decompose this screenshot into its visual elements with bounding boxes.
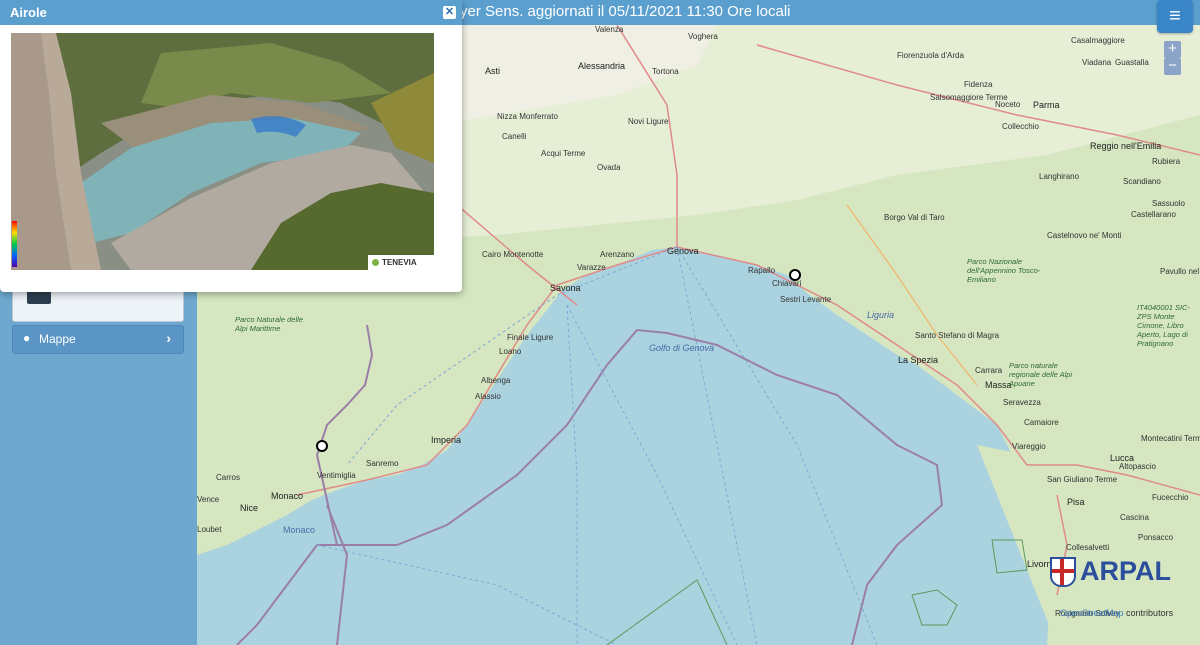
webcam-photo: [11, 33, 434, 270]
map-label: Collecchio: [1002, 122, 1039, 131]
map-label: Noceto: [995, 100, 1021, 109]
color-scale: [12, 221, 17, 267]
map-label: Scandiano: [1123, 177, 1161, 186]
map-label: Parma: [1033, 100, 1060, 110]
map-label: Pavullo nel Frignano: [1160, 267, 1200, 276]
map-label: Vence: [197, 495, 220, 504]
station-marker[interactable]: [316, 440, 328, 452]
crest-icon: [1050, 556, 1076, 587]
tenevia-watermark: TENEVIA: [368, 255, 434, 270]
map-label: Alessandria: [578, 61, 626, 71]
map-label: Valenza: [595, 25, 624, 34]
close-icon[interactable]: ✕: [443, 6, 456, 19]
map-label: Massa: [985, 380, 1012, 390]
map-attribution: OpenStreetMap contributors: [1060, 608, 1173, 618]
map-label: Collesalvetti: [1066, 543, 1110, 552]
map-label: Liguria: [867, 310, 895, 320]
map-label: Rapallo: [748, 266, 776, 275]
zoom-in-button[interactable]: +: [1164, 41, 1181, 58]
map-label: Fidenza: [964, 80, 993, 89]
map-label: Loubet: [197, 525, 222, 534]
map-label: Santo Stefano di Magra: [915, 331, 1000, 340]
map-label: Ovada: [597, 163, 621, 172]
map-label: Nice: [240, 503, 259, 513]
hamburger-icon: ≡: [1169, 5, 1181, 27]
map-label: Imperia: [431, 435, 462, 445]
chevron-right-icon: ›: [166, 330, 171, 346]
menu-button[interactable]: ≡: [1157, 0, 1193, 33]
popup-title: Airole: [10, 5, 47, 20]
map-label: Camaiore: [1024, 418, 1059, 427]
map-label: Viadana: [1082, 58, 1112, 67]
map-label: Langhirano: [1039, 172, 1080, 181]
map-label: San Giuliano Terme: [1047, 475, 1118, 484]
attribution-text: contributors: [1123, 608, 1174, 618]
map-label: Carros: [216, 473, 241, 482]
map-label: Cascina: [1120, 513, 1149, 522]
map-label: Parco naturale regionale delle Alpi Apua…: [1009, 361, 1073, 388]
webcam-image: TENEVIA: [11, 33, 434, 270]
map-label: Loano: [499, 347, 522, 356]
map-label: Pisa: [1067, 497, 1085, 507]
map-label: Canelli: [502, 132, 527, 141]
map-label: Parco Naturale delle Alpi Marittime: [235, 315, 303, 333]
arpal-logo: ARPAL: [1050, 556, 1171, 587]
map-label: Monaco: [271, 491, 304, 501]
map-label: Sestri Levante: [780, 295, 832, 304]
mappe-label: Mappe: [39, 332, 76, 346]
map-label: Reggio nell'Emilia: [1090, 141, 1162, 151]
mappe-button[interactable]: ● Mappe ›: [12, 325, 184, 354]
map-label: Savona: [550, 283, 581, 293]
map-label: Parco Nazionale dell'Appennino Tosco-Emi…: [967, 257, 1041, 284]
brand-name: ARPAL: [1080, 556, 1171, 586]
map-label: Casalmaggiore: [1071, 36, 1125, 45]
map-label: IT4040001 SIC-ZPS Monte Cimone, Libro Ap…: [1137, 303, 1190, 348]
map-label: Fucecchio: [1152, 493, 1189, 502]
map-label: Golfo di Genova: [649, 343, 715, 353]
map-label: Acqui Terme: [541, 149, 586, 158]
zoom-out-button[interactable]: −: [1164, 58, 1181, 75]
popup-header: Airole ✕: [0, 0, 462, 25]
osm-link[interactable]: OpenStreetMap: [1060, 608, 1124, 618]
map-label: Castelnovo ne' Monti: [1047, 231, 1122, 240]
map-label: Cairo Montenotte: [482, 250, 544, 259]
globe-icon: ●: [23, 331, 31, 345]
map-label: Novi Ligure: [628, 117, 669, 126]
map-label: Voghera: [688, 32, 718, 41]
map-label: Altopascio: [1119, 462, 1156, 471]
map-label: Albenga: [481, 376, 511, 385]
map-label: Borgo Val di Taro: [884, 213, 945, 222]
map-label: Varazze: [577, 263, 606, 272]
map-label: Castellarano: [1131, 210, 1176, 219]
map-label: Genova: [667, 246, 699, 256]
map-label: Viareggio: [1012, 442, 1046, 451]
map-label: Ventimiglia: [317, 471, 356, 480]
map-label: Rubiera: [1152, 157, 1181, 166]
map-label: Montecatini Terme: [1141, 434, 1200, 443]
map-label: Finale Ligure: [507, 333, 554, 342]
map-label: Carrara: [975, 366, 1003, 375]
map-label: Asti: [485, 66, 501, 76]
map-label: Ponsacco: [1138, 533, 1174, 542]
map-label: Arenzano: [600, 250, 635, 259]
station-marker[interactable]: [789, 269, 801, 281]
map-label: Nizza Monferrato: [497, 112, 558, 121]
map-label: Sassuolo: [1152, 199, 1185, 208]
update-status-title: yer Sens. aggiornati il 05/11/2021 11:30…: [460, 3, 791, 20]
map-label: Monaco: [283, 525, 316, 535]
map-label: La Spezia: [898, 355, 939, 365]
map-label: Sanremo: [366, 459, 399, 468]
map-label: Tortona: [652, 67, 679, 76]
map-label: Fiorenzuola d'Arda: [897, 51, 964, 60]
map-label: Guastalla: [1115, 58, 1149, 67]
map-label: Alassio: [475, 392, 501, 401]
webcam-popup: Airole ✕ TENEVIA: [0, 0, 462, 292]
map-label: Seravezza: [1003, 398, 1041, 407]
